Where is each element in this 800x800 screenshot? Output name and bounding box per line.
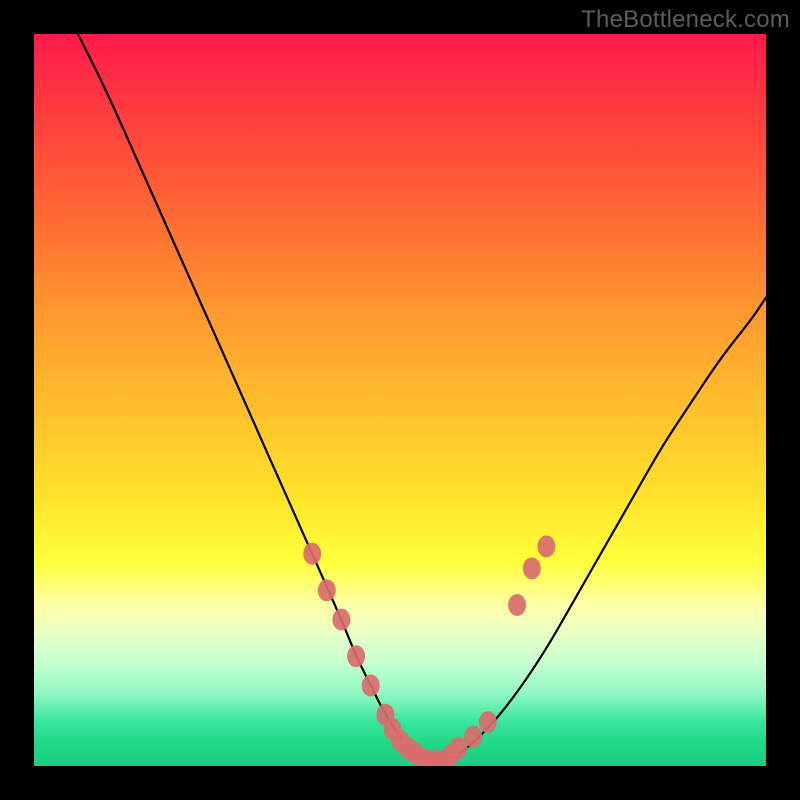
marker-dot	[362, 675, 380, 697]
watermark-text: TheBottleneck.com	[581, 6, 790, 34]
plot-area	[34, 34, 766, 766]
marker-dot	[303, 543, 321, 565]
bottleneck-curve	[78, 34, 766, 761]
marker-dot	[508, 594, 526, 616]
marker-dot	[464, 726, 482, 748]
highlighted-range-markers	[303, 535, 555, 766]
marker-dot	[537, 535, 555, 557]
marker-dot	[318, 579, 336, 601]
curve-svg	[34, 34, 766, 766]
marker-dot	[523, 557, 541, 579]
marker-dot	[347, 645, 365, 667]
chart-frame: TheBottleneck.com	[0, 0, 800, 800]
marker-dot	[332, 609, 350, 631]
marker-dot	[479, 711, 497, 733]
